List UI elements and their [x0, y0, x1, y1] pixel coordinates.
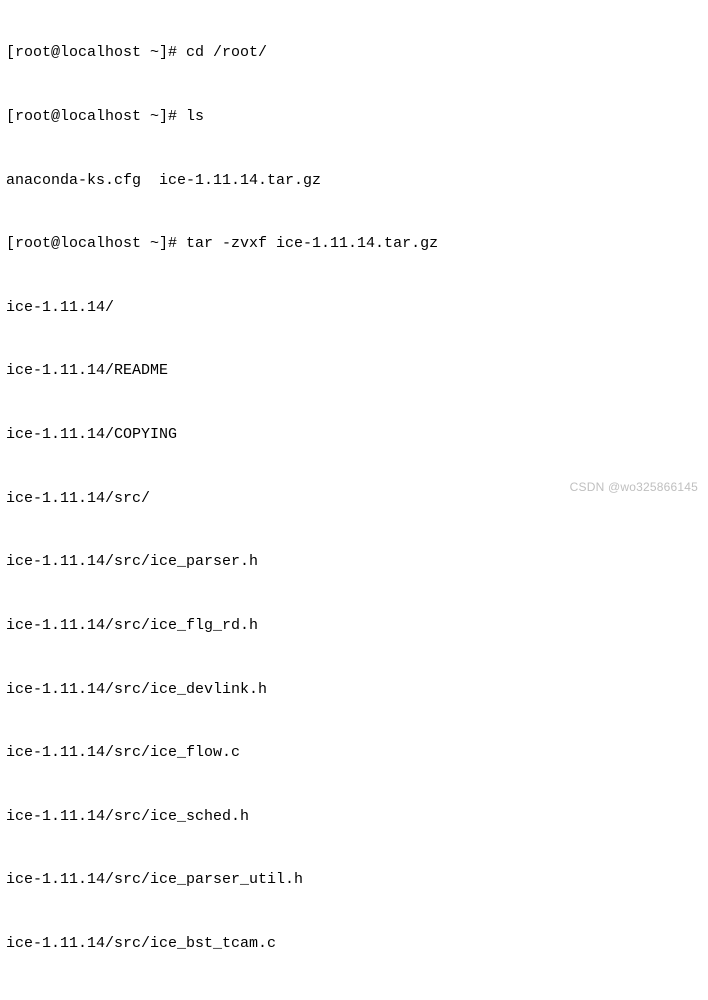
terminal-line: ice-1.11.14/src/ice_parser.h: [6, 551, 708, 572]
terminal-line: ice-1.11.14/src/ice_ieps.c: [6, 997, 708, 1000]
terminal-line: ice-1.11.14/src/ice_sched.h: [6, 806, 708, 827]
terminal-line: [root@localhost ~]# tar -zvxf ice-1.11.1…: [6, 233, 708, 254]
watermark-text: CSDN @wo325866145: [570, 477, 698, 498]
terminal-line: ice-1.11.14/: [6, 297, 708, 318]
terminal-line: ice-1.11.14/COPYING: [6, 424, 708, 445]
terminal-line: ice-1.11.14/src/ice_flow.c: [6, 742, 708, 763]
terminal-line: anaconda-ks.cfg ice-1.11.14.tar.gz: [6, 170, 708, 191]
terminal-line: [root@localhost ~]# ls: [6, 106, 708, 127]
terminal-line: ice-1.11.14/src/ice_flg_rd.h: [6, 615, 708, 636]
terminal-line: ice-1.11.14/src/ice_devlink.h: [6, 679, 708, 700]
terminal-output[interactable]: [root@localhost ~]# cd /root/ [root@loca…: [6, 0, 708, 1000]
terminal-line: ice-1.11.14/README: [6, 360, 708, 381]
terminal-line: ice-1.11.14/src/ice_bst_tcam.c: [6, 933, 708, 954]
terminal-line: [root@localhost ~]# cd /root/: [6, 42, 708, 63]
terminal-line: ice-1.11.14/src/ice_parser_util.h: [6, 869, 708, 890]
